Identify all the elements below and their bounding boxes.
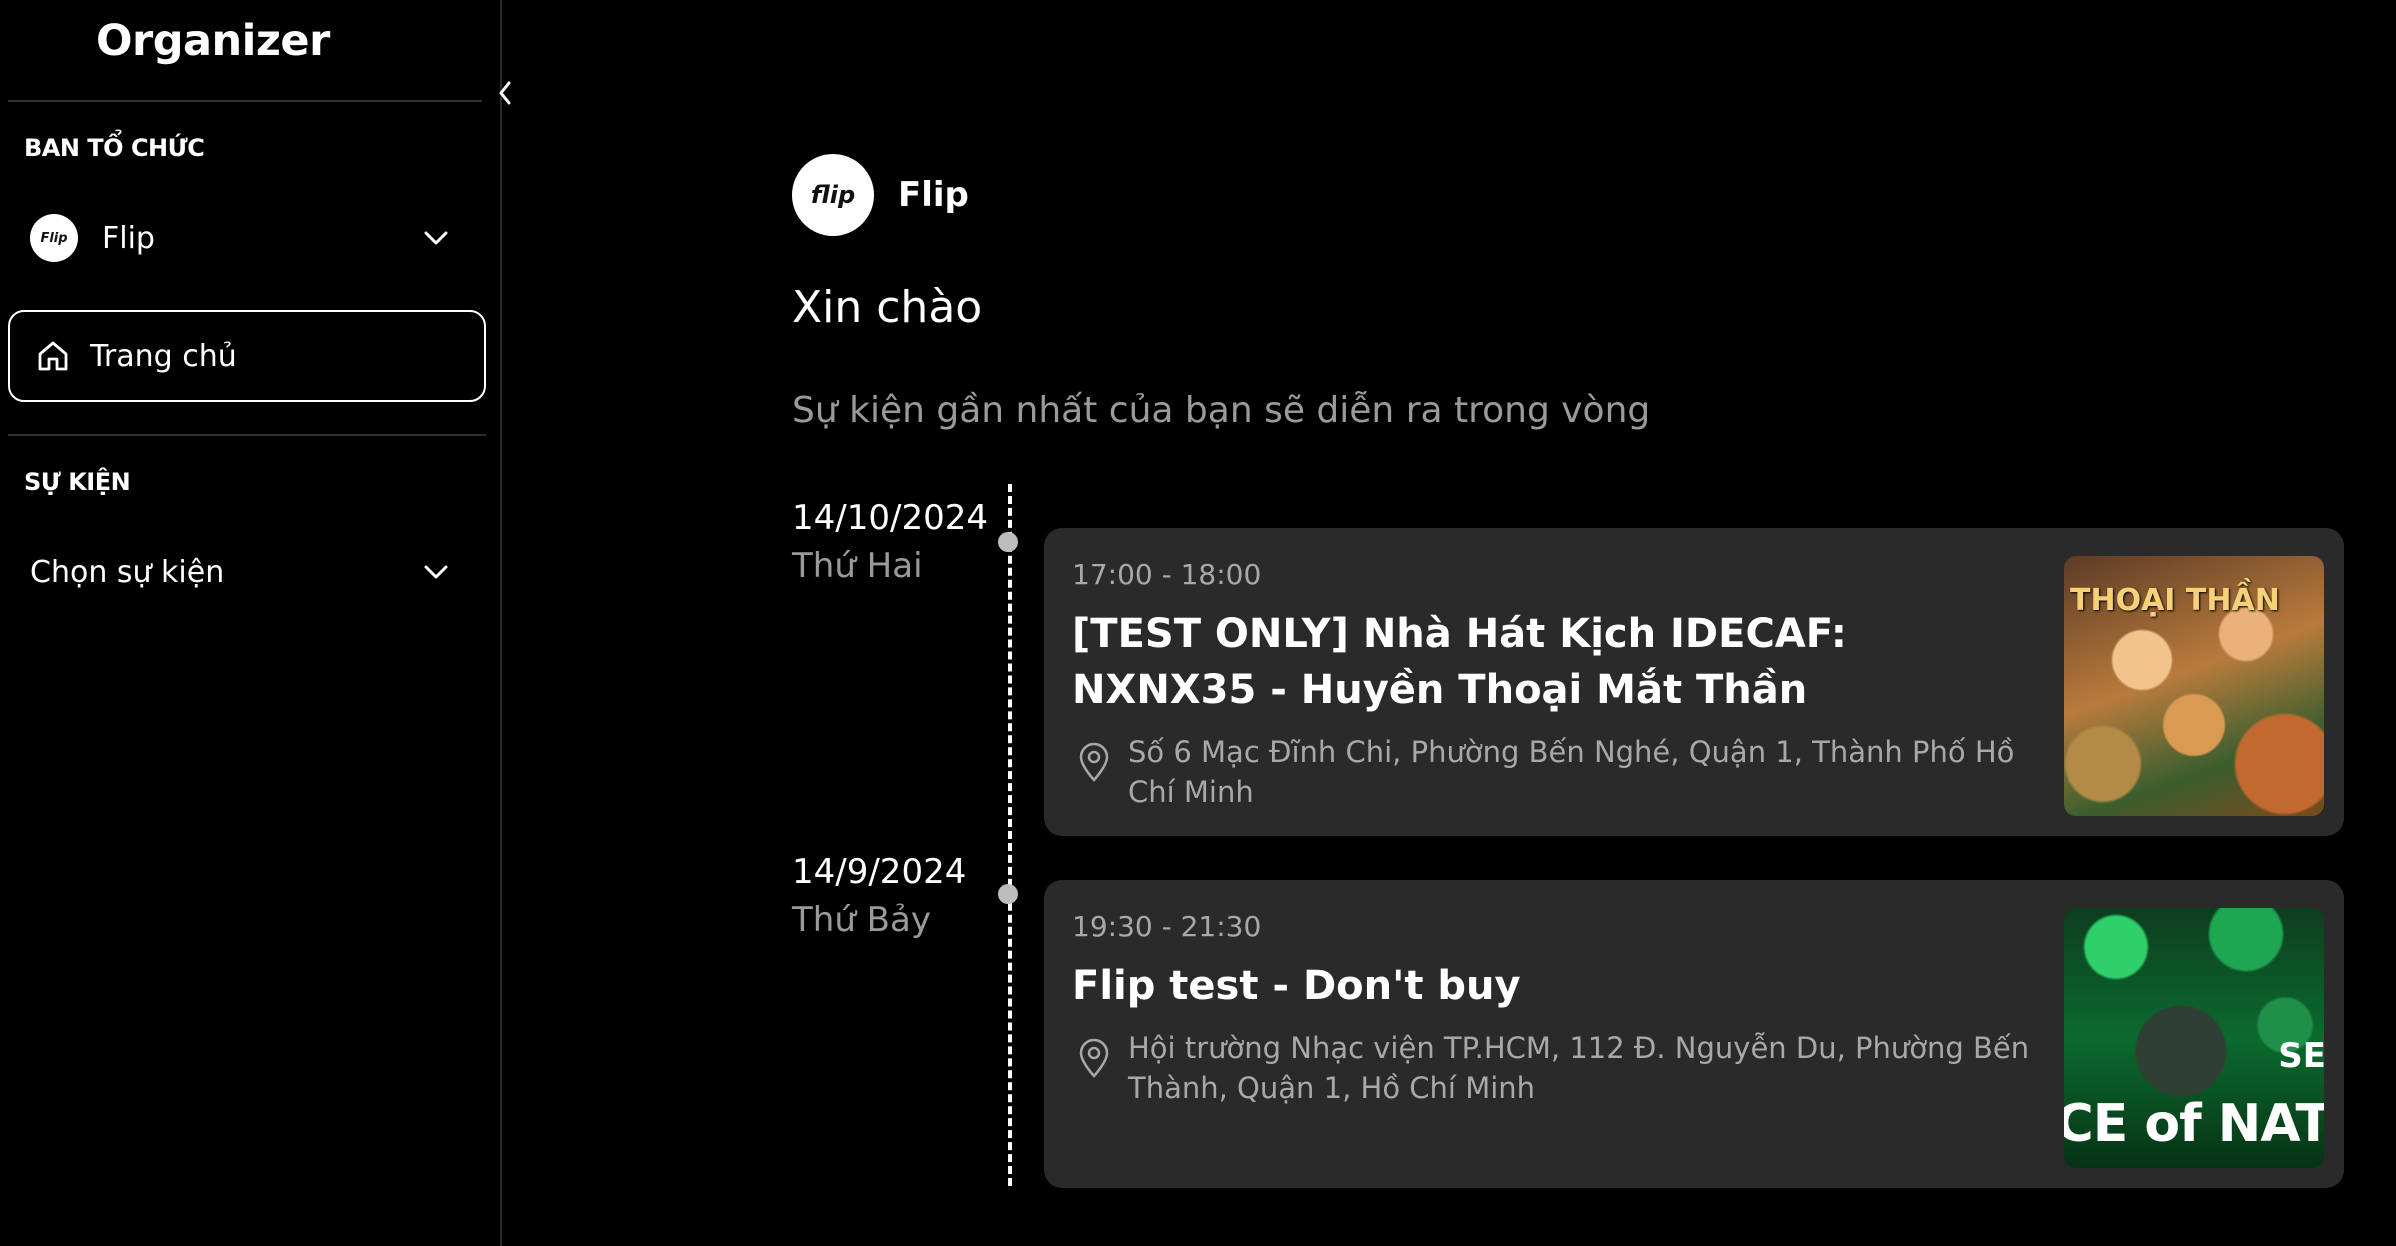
sidebar: Organizer BAN TỔ CHỨC Flip Flip Trang ch… (0, 0, 511, 1246)
chevron-down-icon (422, 563, 450, 581)
event-address: Số 6 Mạc Đĩnh Chi, Phường Bến Nghé, Quận… (1128, 735, 2015, 809)
event-title: [TEST ONLY] Nhà Hát Kịch IDECAF: NXNX35 … (1072, 611, 1847, 713)
nav-home-label: Trang chủ (90, 338, 237, 374)
upcoming-subtitle: Sự kiện gần nhất của bạn sẽ diễn ra tron… (792, 390, 1651, 431)
main-content: flip Flip Xin chào Sự kiện gần nhất của … (504, 0, 2396, 1246)
event-weekday: Thứ Hai (792, 546, 923, 586)
timeline-dot (998, 532, 1018, 552)
sidebar-divider (8, 434, 486, 436)
event-select-label: Chọn sự kiện (30, 554, 225, 590)
thumbnail-text: SE (2278, 1036, 2324, 1076)
event-time: 17:00 - 18:00 (1072, 558, 1262, 591)
event-address: Hội trường Nhạc viện TP.HCM, 112 Đ. Nguy… (1128, 1031, 2030, 1105)
brand-title: Organizer (96, 16, 330, 66)
events-section-label: SỰ KIỆN (24, 468, 131, 496)
event-thumbnail: SE CE of NAT (2064, 908, 2324, 1168)
event-thumbnail: THOẠI THẦN (2064, 556, 2324, 816)
event-location: Số 6 Mạc Đĩnh Chi, Phường Bến Nghé, Quận… (1072, 732, 2032, 812)
event-location: Hội trường Nhạc viện TP.HCM, 112 Đ. Nguy… (1072, 1028, 2032, 1108)
event-title: Flip test - Don't buy (1072, 963, 1521, 1009)
event-card[interactable]: 19:30 - 21:30 Flip test - Don't buy Hội … (1044, 880, 2344, 1188)
event-date: 14/10/2024 (792, 498, 988, 538)
chevron-down-icon (422, 229, 450, 247)
event-date-block: 14/9/2024 Thứ Bảy (792, 852, 966, 940)
greeting: Xin chào (792, 282, 983, 333)
event-time: 19:30 - 21:30 (1072, 910, 1262, 943)
org-logo: flip (792, 154, 874, 236)
organizer-section-label: BAN TỔ CHỨC (24, 134, 205, 162)
event-weekday: Thứ Bảy (792, 900, 931, 940)
event-select[interactable]: Chọn sự kiện (30, 540, 460, 604)
organizer-select[interactable]: Flip Flip (30, 206, 460, 270)
map-pin-icon (1079, 1038, 1109, 1078)
timeline-line (1008, 484, 1012, 1186)
org-logo: Flip (30, 214, 78, 262)
home-icon (38, 341, 68, 371)
header-org: flip Flip (792, 154, 969, 236)
event-date: 14/9/2024 (792, 852, 967, 892)
org-name: Flip (898, 175, 969, 215)
map-pin-icon (1079, 742, 1109, 782)
event-date-block: 14/10/2024 Thứ Hai (792, 498, 988, 586)
organizer-app: Organizer BAN TỔ CHỨC Flip Flip Trang ch… (0, 0, 2396, 1246)
sidebar-divider (8, 100, 482, 102)
thumbnail-text: THOẠI THẦN (2070, 583, 2280, 618)
thumbnail-text: CE of NAT (2064, 1094, 2324, 1154)
timeline-dot (998, 884, 1018, 904)
org-name: Flip (102, 220, 155, 256)
event-card[interactable]: 17:00 - 18:00 [TEST ONLY] Nhà Hát Kịch I… (1044, 528, 2344, 836)
nav-home[interactable]: Trang chủ (8, 310, 486, 402)
